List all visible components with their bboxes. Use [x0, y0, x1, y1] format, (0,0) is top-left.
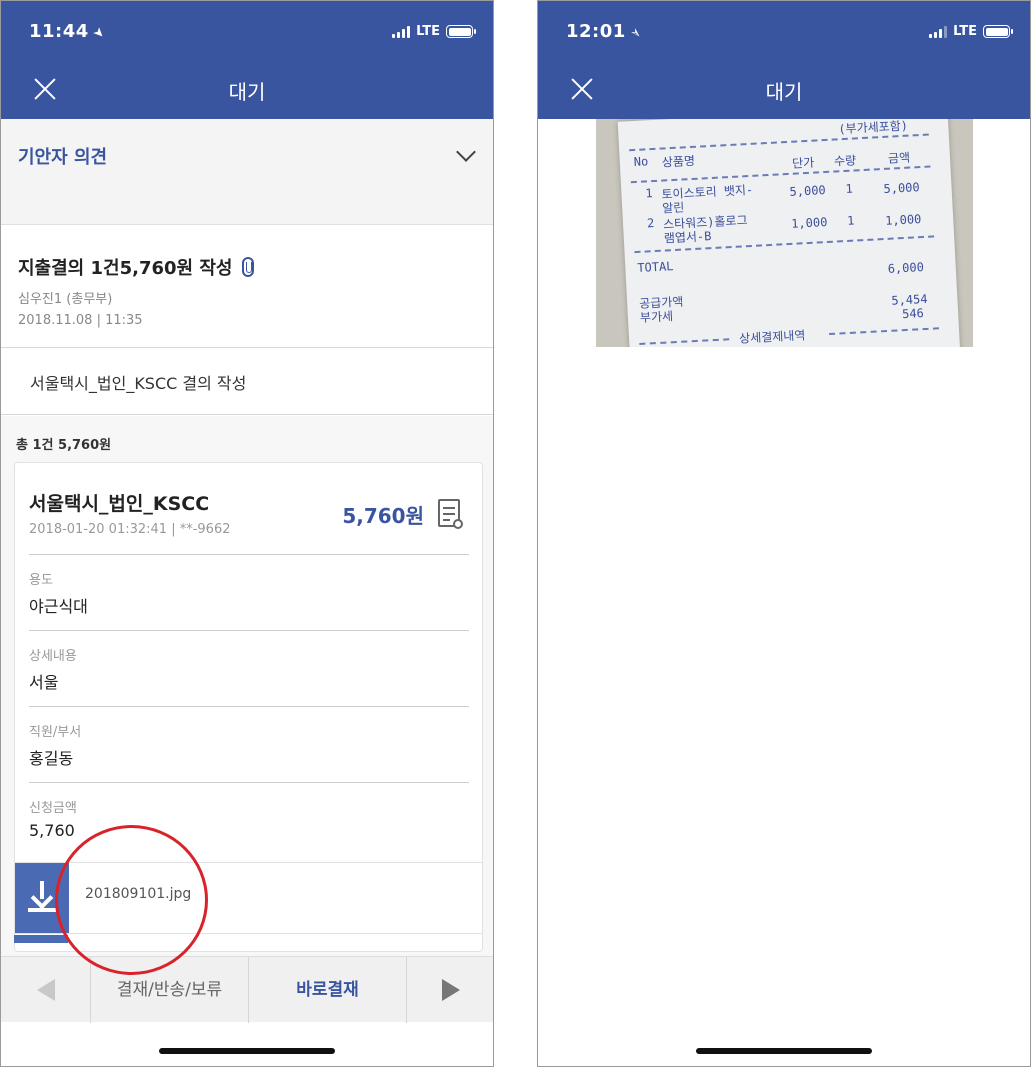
field-label: 직원/부서 [29, 725, 82, 740]
item-amount: 5,000 [883, 180, 921, 196]
previous-button[interactable] [1, 957, 91, 1023]
field-label: 신청금액 [29, 801, 77, 816]
header-price: 단가 [791, 155, 815, 171]
expense-amount: 5,760원 [342, 504, 424, 528]
item-qty: 1 [846, 213, 855, 228]
item-price: 1,000 [790, 214, 828, 231]
item-qty: 1 [845, 181, 854, 196]
receipt-paper: (부가세포함) No 상품명 단가 수량 금액 1 토이스토리 뱃지- 알린 5… [617, 119, 961, 347]
document-subject: 서울택시_법인_KSCC 결의 작성 [1, 349, 493, 415]
status-time: 12:01➣ [566, 21, 645, 43]
nav-bar: 대기 [538, 63, 1030, 119]
network-label: LTE [416, 24, 440, 39]
item-no: 2 [646, 216, 655, 231]
header-amount: 금액 [887, 150, 911, 166]
attachment-item[interactable]: 201809101.jpg [14, 862, 483, 934]
home-indicator [159, 1048, 335, 1054]
field-detail: 상세내용 서울 [29, 630, 469, 706]
approve-return-hold-button[interactable]: 결재/반송/보류 [91, 957, 249, 1023]
download-icon[interactable] [15, 863, 69, 933]
subject-text: 서울택시_법인_KSCC 결의 작성 [30, 374, 247, 393]
drafter-opinion-label: 기안자 의견 [18, 147, 108, 168]
header-item: 상품명 [661, 153, 696, 170]
document-title: 지출결의 1건5,760원 작성 [18, 258, 233, 279]
attachment-item-partial[interactable] [14, 935, 68, 943]
total-summary: 총 1건 5,760원 [16, 438, 112, 453]
field-label: 상세내용 [29, 649, 77, 664]
signal-icon [929, 25, 948, 38]
signal-icon [392, 25, 411, 38]
network-label: LTE [953, 24, 977, 39]
right-screen: 12:01➣ LTE 대기 (부가세포함) No 상품명 단가 수량 금액 1 … [537, 0, 1031, 1067]
vat-label: 부가세 [639, 309, 674, 325]
vat-value: 546 [901, 306, 925, 322]
bottom-toolbar: 결재/반송/보류 바로결재 [1, 956, 493, 1023]
header-qty: 수량 [833, 153, 857, 169]
attachment-filename[interactable]: 201809101.jpg [85, 886, 191, 902]
receipt-image: (부가세포함) No 상품명 단가 수량 금액 1 토이스토리 뱃지- 알린 5… [596, 119, 973, 347]
item-price: 5,000 [789, 183, 827, 199]
document-header: 지출결의 1건5,760원 작성 심우진1 (총무부) 2018.11.08 |… [1, 226, 493, 348]
item-amount: 1,000 [884, 212, 922, 228]
item-name-2: 램엽서-B [663, 229, 712, 246]
document-author: 심우진1 (총무부) [18, 292, 113, 307]
next-button[interactable] [407, 957, 493, 1023]
direct-approve-button[interactable]: 바로결재 [249, 957, 407, 1023]
field-requested-amount: 신청금액 5,760 [29, 782, 469, 858]
field-value: 서울 [29, 673, 59, 692]
location-icon: ➤ [89, 24, 108, 43]
detail-label: 상세결제내역 [738, 328, 806, 346]
page-title: 대기 [765, 80, 803, 104]
field-employee: 직원/부서 홍길동 [29, 706, 469, 782]
field-value: 홍길동 [29, 749, 74, 768]
merchant-name: 서울택시_법인_KSCC [29, 493, 210, 515]
item-no: 1 [645, 186, 654, 201]
field-purpose: 용도 야근식대 [29, 554, 469, 630]
drafter-opinion-section[interactable]: 기안자 의견 [1, 119, 493, 225]
field-label: 용도 [29, 573, 53, 588]
header-no: No [633, 154, 649, 170]
document-date: 2018.11.08 | 11:35 [18, 313, 143, 328]
field-value: 야근식대 [29, 597, 88, 616]
total-value: 6,000 [887, 259, 925, 276]
transaction-meta: 2018-01-20 01:32:41 | **-9662 [29, 522, 231, 537]
chevron-down-icon[interactable] [456, 142, 476, 162]
status-time: 11:44➤ [29, 21, 108, 43]
left-screen: 11:44➤ LTE 대기 기안자 의견 지출결의 1건5,760원 작성 심우… [0, 0, 494, 1067]
battery-icon [983, 25, 1013, 38]
document-title-row: 지출결의 1건5,760원 작성 [18, 254, 255, 280]
nav-bar: 대기 [1, 63, 493, 119]
receipt-search-icon[interactable] [438, 499, 463, 529]
location-icon: ➣ [626, 24, 645, 43]
battery-icon [446, 25, 476, 38]
status-bar: 11:44➤ LTE [1, 1, 493, 63]
page-title: 대기 [228, 80, 266, 104]
expense-list: 총 1건 5,760원 서울택시_법인_KSCC 2018-01-20 01:3… [1, 416, 493, 956]
total-label: TOTAL [636, 259, 674, 275]
field-value: 5,760 [29, 821, 75, 840]
paperclip-icon[interactable] [242, 257, 255, 277]
status-bar: 12:01➣ LTE [538, 1, 1030, 63]
home-indicator [696, 1048, 872, 1054]
